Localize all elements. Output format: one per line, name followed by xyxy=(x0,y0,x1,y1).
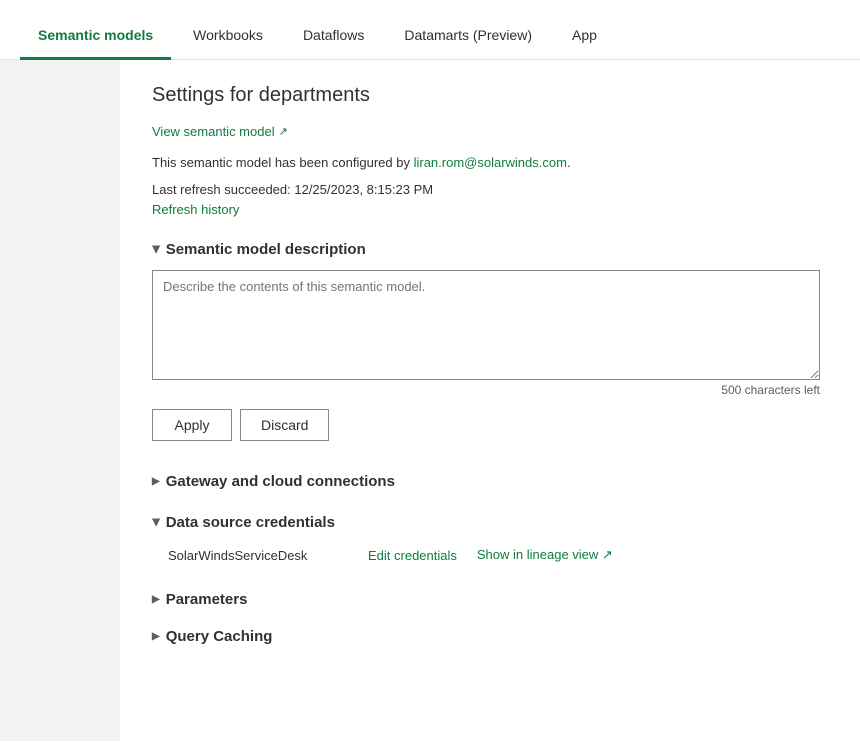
gateway-chevron-icon: ▶ xyxy=(152,476,160,487)
page-body: Settings for departments View semantic m… xyxy=(0,60,860,741)
data-source-section-label: Data source credentials xyxy=(166,514,335,531)
edit-credentials-link[interactable]: Edit credentials xyxy=(368,548,457,563)
tab-app[interactable]: App xyxy=(554,13,615,60)
gateway-section-header[interactable]: ▶ Gateway and cloud connections xyxy=(152,473,820,490)
query-caching-section-label: Query Caching xyxy=(166,628,273,645)
configured-by-text: This semantic model has been configured … xyxy=(152,155,820,170)
configured-by-email[interactable]: liran.rom@solarwinds.com xyxy=(414,155,567,170)
discard-button[interactable]: Discard xyxy=(240,409,329,441)
tab-datamarts[interactable]: Datamarts (Preview) xyxy=(386,13,550,60)
char-count: 500 characters left xyxy=(152,383,820,397)
data-source-section-header[interactable]: ▶ Data source credentials xyxy=(152,514,820,531)
show-lineage-label: Show in lineage view xyxy=(477,547,598,562)
description-button-row: Apply Discard xyxy=(152,409,820,441)
top-navigation: Semantic models Workbooks Dataflows Data… xyxy=(0,0,860,60)
view-model-link[interactable]: View semantic model ↗ xyxy=(152,124,288,139)
description-chevron-icon: ▶ xyxy=(150,246,161,254)
tab-workbooks[interactable]: Workbooks xyxy=(175,13,281,60)
credential-name: SolarWindsServiceDesk xyxy=(168,548,348,563)
show-lineage-link[interactable]: Show in lineage view ↗ xyxy=(477,547,613,563)
parameters-section-header[interactable]: ▶ Parameters xyxy=(152,591,820,608)
parameters-chevron-icon: ▶ xyxy=(152,594,160,605)
gateway-section: ▶ Gateway and cloud connections xyxy=(152,473,820,490)
description-textarea[interactable] xyxy=(152,270,820,380)
data-source-chevron-icon: ▶ xyxy=(150,519,161,527)
data-source-section: ▶ Data source credentials SolarWindsServ… xyxy=(152,514,820,567)
tab-dataflows[interactable]: Dataflows xyxy=(285,13,382,60)
refresh-history-link[interactable]: Refresh history xyxy=(152,202,239,217)
credential-row: SolarWindsServiceDesk Edit credentials S… xyxy=(152,543,820,567)
description-section: ▶ Semantic model description 500 charact… xyxy=(152,241,820,441)
sidebar xyxy=(0,60,120,741)
main-content: Settings for departments View semantic m… xyxy=(120,60,860,741)
gateway-section-label: Gateway and cloud connections xyxy=(166,473,395,490)
external-link-icon: ↗ xyxy=(279,125,288,138)
configured-by-prefix: This semantic model has been configured … xyxy=(152,155,414,170)
tab-semantic-models[interactable]: Semantic models xyxy=(20,13,171,60)
description-section-label: Semantic model description xyxy=(166,241,366,258)
query-caching-chevron-icon: ▶ xyxy=(152,631,160,642)
query-caching-section: ▶ Query Caching xyxy=(152,628,820,645)
parameters-section-label: Parameters xyxy=(166,591,248,608)
apply-button[interactable]: Apply xyxy=(152,409,232,441)
lineage-external-icon: ↗ xyxy=(602,547,613,562)
query-caching-section-header[interactable]: ▶ Query Caching xyxy=(152,628,820,645)
last-refresh-info: Last refresh succeeded: 12/25/2023, 8:15… xyxy=(152,182,820,197)
parameters-section: ▶ Parameters xyxy=(152,591,820,608)
settings-title: Settings for departments xyxy=(152,84,820,107)
view-model-label: View semantic model xyxy=(152,124,275,139)
description-section-header[interactable]: ▶ Semantic model description xyxy=(152,241,820,258)
